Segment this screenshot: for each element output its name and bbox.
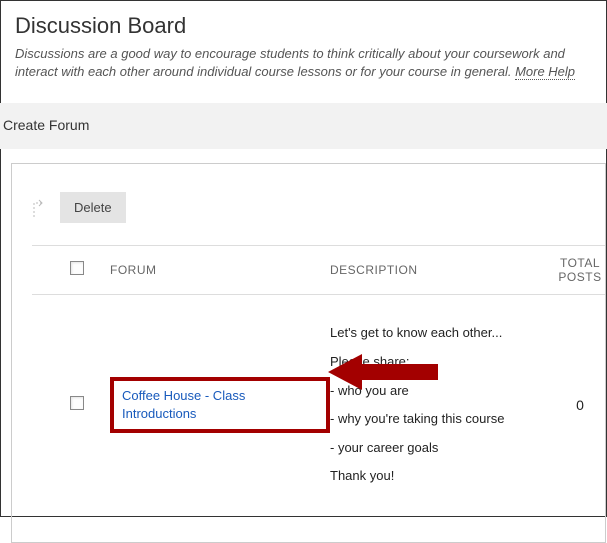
- page-description: Discussions are a good way to encourage …: [15, 45, 592, 81]
- reorder-icon[interactable]: [32, 197, 50, 219]
- more-help-link[interactable]: More Help: [515, 64, 575, 80]
- create-forum-button[interactable]: Create Forum: [3, 117, 89, 133]
- page-description-text: Discussions are a good way to encourage …: [15, 46, 565, 79]
- column-forum[interactable]: FORUM: [110, 263, 330, 277]
- forum-description: Let's get to know each other... Please s…: [330, 319, 540, 491]
- toolbar: Create Forum: [0, 103, 607, 149]
- row-checkbox[interactable]: [70, 396, 84, 410]
- column-description[interactable]: DESCRIPTION: [330, 263, 540, 277]
- desc-line: - who you are: [330, 377, 540, 406]
- forum-title-link[interactable]: Coffee House - Class Introductions: [122, 388, 245, 421]
- desc-line: - why you're taking this course: [330, 405, 540, 434]
- table-header: FORUM DESCRIPTION TOTAL POSTS: [32, 245, 605, 295]
- total-posts-value: 0: [540, 397, 607, 413]
- select-all-checkbox[interactable]: [70, 261, 84, 275]
- desc-line: Please share:: [330, 348, 540, 377]
- desc-line: Thank you!: [330, 462, 540, 491]
- desc-line: - your career goals: [330, 434, 540, 463]
- delete-button[interactable]: Delete: [60, 192, 126, 223]
- table-row: Coffee House - Class Introductions Let's…: [32, 295, 605, 515]
- desc-line: Let's get to know each other...: [330, 319, 540, 348]
- forum-link-highlight: Coffee House - Class Introductions: [110, 377, 330, 433]
- column-total-posts[interactable]: TOTAL POSTS: [540, 256, 607, 284]
- page-title: Discussion Board: [15, 13, 592, 39]
- forums-panel: Delete FORUM DESCRIPTION TOTAL POSTS Cof…: [11, 163, 606, 543]
- action-bar: Delete: [32, 192, 605, 223]
